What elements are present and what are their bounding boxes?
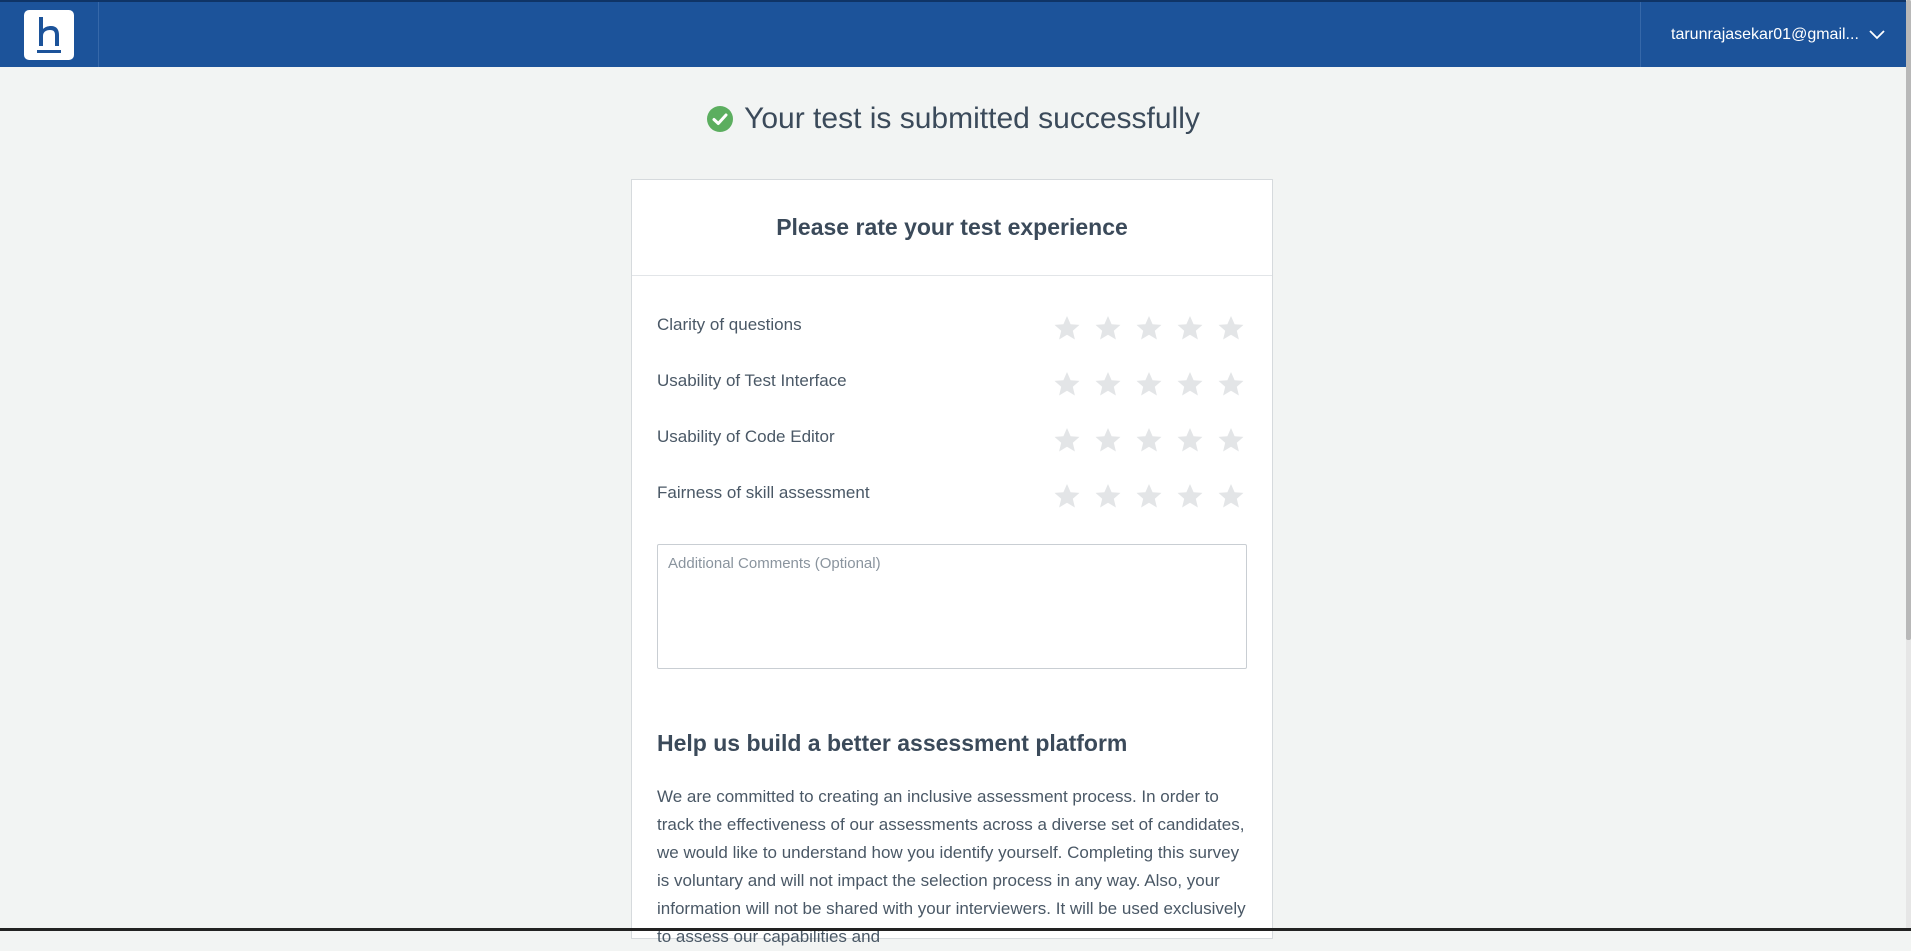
submission-status: Your test is submitted successfully	[0, 102, 1906, 136]
top-navbar: tarunrajasekar01@gmail...	[0, 0, 1906, 67]
user-menu[interactable]: tarunrajasekar01@gmail...	[1640, 2, 1906, 67]
user-email: tarunrajasekar01@gmail...	[1671, 25, 1859, 43]
star-rating	[1053, 426, 1245, 454]
rating-row: Usability of Test Interface	[657, 356, 1247, 412]
star-icon[interactable]	[1053, 426, 1081, 454]
star-icon[interactable]	[1135, 314, 1163, 342]
star-icon[interactable]	[1053, 314, 1081, 342]
rating-row: Clarity of questions	[657, 300, 1247, 356]
rating-label: Usability of Test Interface	[657, 371, 847, 390]
logo-cell	[0, 2, 99, 67]
brand-logo[interactable]	[24, 10, 74, 60]
survey-title: Help us build a better assessment platfo…	[657, 730, 1128, 756]
rating-row: Fairness of skill assessment	[657, 468, 1247, 524]
star-icon[interactable]	[1176, 426, 1204, 454]
additional-comments-input[interactable]	[657, 544, 1247, 669]
star-icon[interactable]	[1217, 426, 1245, 454]
scrollbar-thumb[interactable]	[1906, 0, 1911, 640]
star-rating	[1053, 370, 1245, 398]
star-icon[interactable]	[1094, 426, 1122, 454]
star-icon[interactable]	[1217, 370, 1245, 398]
star-icon[interactable]	[1094, 370, 1122, 398]
star-icon[interactable]	[1135, 482, 1163, 510]
star-icon[interactable]	[1094, 314, 1122, 342]
feedback-title: Please rate your test experience	[632, 180, 1272, 276]
star-icon[interactable]	[1135, 426, 1163, 454]
rating-label: Usability of Code Editor	[657, 427, 835, 446]
star-icon[interactable]	[1053, 482, 1081, 510]
status-message: Your test is submitted successfully	[744, 102, 1200, 135]
scrollbar[interactable]	[1906, 0, 1911, 931]
rating-label: Fairness of skill assessment	[657, 483, 870, 502]
chevron-down-icon	[1869, 29, 1885, 40]
h-logo-icon	[37, 17, 61, 53]
star-rating	[1053, 482, 1245, 510]
check-circle-icon	[706, 105, 734, 133]
star-icon[interactable]	[1217, 314, 1245, 342]
star-icon[interactable]	[1176, 314, 1204, 342]
survey-description: We are committed to creating an inclusiv…	[657, 787, 1246, 946]
star-icon[interactable]	[1176, 482, 1204, 510]
star-icon[interactable]	[1176, 370, 1204, 398]
star-icon[interactable]	[1053, 370, 1081, 398]
star-icon[interactable]	[1135, 370, 1163, 398]
feedback-card: Please rate your test experience Clarity…	[631, 179, 1273, 946]
rating-row: Usability of Code Editor	[657, 412, 1247, 468]
star-icon[interactable]	[1094, 482, 1122, 510]
rating-list: Clarity of questions Usability of Test In…	[632, 276, 1272, 524]
star-icon[interactable]	[1217, 482, 1245, 510]
rating-label: Clarity of questions	[657, 315, 802, 334]
star-rating	[1053, 314, 1245, 342]
